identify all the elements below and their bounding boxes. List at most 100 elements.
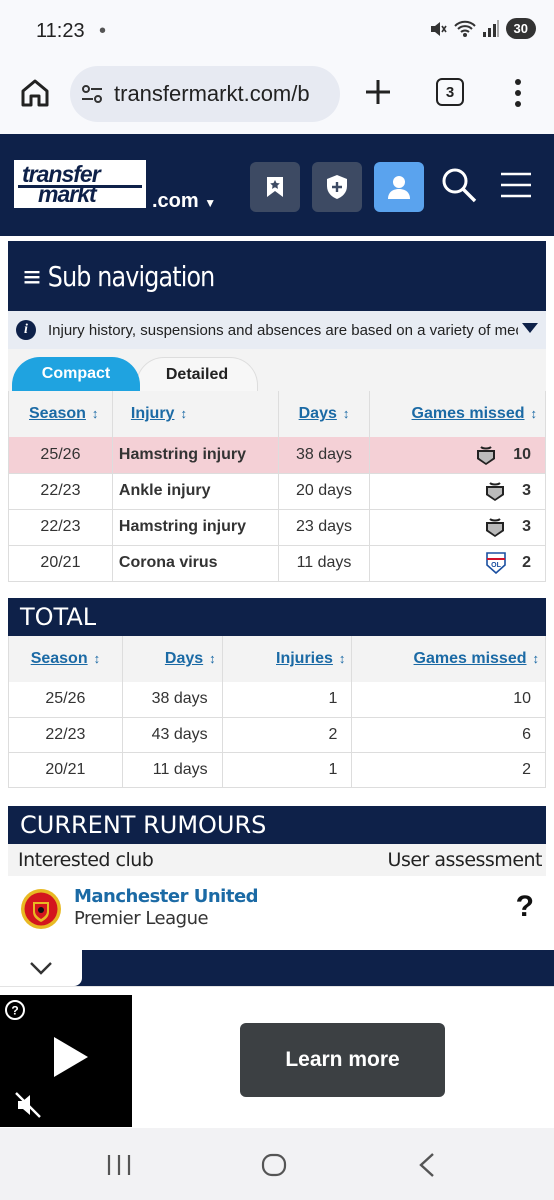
newcastle-crest-icon[interactable] bbox=[475, 444, 497, 466]
total-table: Season ↕ Days ↕ Injuries ↕ Games missed ↕ 25… bbox=[8, 636, 546, 788]
info-banner[interactable]: i Injury history, suspensions and absenc… bbox=[8, 311, 546, 349]
back-icon[interactable] bbox=[418, 1152, 436, 1178]
sort-icon: ↕ bbox=[338, 651, 346, 666]
collapse-ad-button[interactable] bbox=[0, 950, 82, 986]
injuries-cell: 1 bbox=[222, 682, 353, 718]
more-menu-icon[interactable] bbox=[508, 76, 528, 110]
logo-text-markt: markt bbox=[38, 181, 97, 207]
search-icon[interactable] bbox=[440, 166, 478, 204]
sub-navigation-toggle[interactable]: ≡ Sub navigation bbox=[8, 241, 546, 311]
domain-selector[interactable]: .com ▼ bbox=[152, 190, 216, 213]
games-missed-cell: 2 bbox=[351, 752, 546, 788]
svg-text:?: ? bbox=[11, 1004, 18, 1018]
col-days-sort[interactable]: Days ↕ bbox=[122, 636, 223, 682]
profile-button[interactable] bbox=[374, 162, 424, 212]
home-icon[interactable] bbox=[18, 76, 52, 110]
rumours-section-title: CURRENT RUMOURS bbox=[8, 806, 546, 844]
learn-more-button[interactable]: Learn more bbox=[240, 1023, 445, 1097]
games-missed-value: 3 bbox=[522, 518, 531, 536]
injuries-cell: 2 bbox=[222, 717, 353, 753]
lyon-crest-icon[interactable]: OL bbox=[486, 552, 506, 574]
newcastle-crest-icon[interactable] bbox=[484, 516, 506, 538]
recent-apps-icon[interactable] bbox=[106, 1154, 132, 1176]
injury-cell: Corona virus bbox=[112, 545, 279, 582]
sort-icon: ↕ bbox=[209, 651, 216, 666]
injury-cell: Hamstring injury bbox=[112, 509, 279, 546]
col-days-sort[interactable]: Days ↕ bbox=[278, 391, 371, 437]
mute-icon bbox=[430, 21, 447, 36]
games-missed-cell: 3 bbox=[369, 473, 546, 510]
new-tab-icon[interactable] bbox=[362, 76, 394, 108]
days-cell: 11 days bbox=[122, 752, 223, 788]
table-row: 22/23 Ankle injury 20 days 3 bbox=[8, 473, 546, 510]
col-injuries-sort[interactable]: Injuries ↕ bbox=[222, 636, 353, 682]
games-missed-value: 3 bbox=[522, 482, 531, 500]
col-injury-sort[interactable]: Injury ↕ bbox=[112, 391, 279, 437]
col-games-missed-sort[interactable]: Games missed ↕ bbox=[351, 636, 546, 682]
home-button-icon[interactable] bbox=[261, 1153, 287, 1177]
user-assessment-value[interactable]: ? bbox=[516, 890, 534, 924]
col-interested-club: Interested club bbox=[18, 849, 154, 871]
col-season-label: Season bbox=[29, 405, 86, 422]
battery-indicator: 30 bbox=[505, 18, 536, 39]
site-settings-icon[interactable] bbox=[80, 82, 104, 106]
col-games-missed-sort[interactable]: Games missed ↕ bbox=[369, 391, 546, 437]
system-navigation-bar bbox=[0, 1128, 554, 1200]
league-name: Premier League bbox=[74, 908, 209, 929]
days-cell: 11 days bbox=[278, 545, 371, 582]
ad-help-icon[interactable]: ? bbox=[4, 999, 26, 1021]
season-cell: 22/23 bbox=[8, 473, 113, 510]
games-missed-value: 2 bbox=[522, 554, 531, 572]
manchester-united-crest-icon[interactable] bbox=[20, 888, 62, 930]
col-days-label: Days bbox=[298, 405, 337, 422]
season-cell: 20/21 bbox=[8, 752, 123, 788]
hamburger-menu-icon[interactable] bbox=[500, 172, 532, 198]
newcastle-crest-icon[interactable] bbox=[484, 480, 506, 502]
injuries-cell: 1 bbox=[222, 752, 353, 788]
address-bar[interactable]: transfermarkt.com/b bbox=[70, 66, 340, 122]
club-follow-button[interactable] bbox=[312, 162, 362, 212]
games-missed-cell: 10 bbox=[369, 437, 546, 474]
col-season-sort[interactable]: Season ↕ bbox=[8, 391, 113, 437]
days-cell: 43 days bbox=[122, 717, 223, 753]
tab-detailed[interactable]: Detailed bbox=[136, 357, 258, 391]
days-cell: 38 days bbox=[278, 437, 371, 474]
caret-down-icon: ▼ bbox=[204, 196, 217, 210]
total-section-title: TOTAL bbox=[8, 598, 546, 636]
site-header: transfer markt .com ▼ bbox=[0, 134, 554, 236]
signal-icon bbox=[482, 19, 499, 37]
bookmark-star-icon bbox=[267, 177, 283, 197]
season-cell: 22/23 bbox=[8, 509, 113, 546]
transfermarkt-logo[interactable]: transfer markt bbox=[14, 160, 146, 208]
view-tabs: Detailed Compact bbox=[8, 349, 546, 391]
col-days-label: Days bbox=[164, 650, 204, 667]
rumours-column-headers: Interested club User assessment bbox=[8, 844, 546, 876]
injury-cell: Ankle injury bbox=[112, 473, 279, 510]
table-header-row: Season ↕ Days ↕ Injuries ↕ Games missed ↕ bbox=[8, 636, 546, 682]
mute-icon[interactable] bbox=[14, 1091, 42, 1119]
expand-caret-icon[interactable] bbox=[522, 323, 538, 333]
games-missed-cell: 10 bbox=[351, 682, 546, 718]
ad-video-player[interactable]: ? bbox=[0, 995, 132, 1127]
user-icon bbox=[388, 176, 410, 199]
games-missed-value: 10 bbox=[513, 445, 531, 463]
col-games-missed-label: Games missed bbox=[411, 405, 525, 422]
wifi-icon bbox=[453, 20, 476, 37]
info-text: Injury history, suspensions and absences… bbox=[48, 321, 518, 339]
rumour-row[interactable]: Manchester United Premier League ? bbox=[8, 876, 546, 946]
play-icon[interactable] bbox=[50, 1035, 90, 1079]
ad-banner: ? Learn more bbox=[0, 986, 554, 1128]
browser-toolbar: transfermarkt.com/b 3 bbox=[0, 62, 554, 134]
club-name-link[interactable]: Manchester United bbox=[74, 886, 259, 907]
tab-compact[interactable]: Compact bbox=[12, 357, 140, 391]
table-row: 25/26 38 days 1 10 bbox=[8, 682, 546, 718]
col-season-sort[interactable]: Season ↕ bbox=[8, 636, 123, 682]
season-cell: 25/26 bbox=[8, 682, 123, 718]
svg-text:OL: OL bbox=[491, 562, 501, 569]
sort-icon: ↕ bbox=[532, 651, 540, 666]
days-cell: 23 days bbox=[278, 509, 371, 546]
bookmark-button[interactable] bbox=[250, 162, 300, 212]
days-cell: 38 days bbox=[122, 682, 223, 718]
tab-switcher-button[interactable]: 3 bbox=[436, 78, 464, 106]
status-icons: 30 bbox=[428, 18, 536, 39]
